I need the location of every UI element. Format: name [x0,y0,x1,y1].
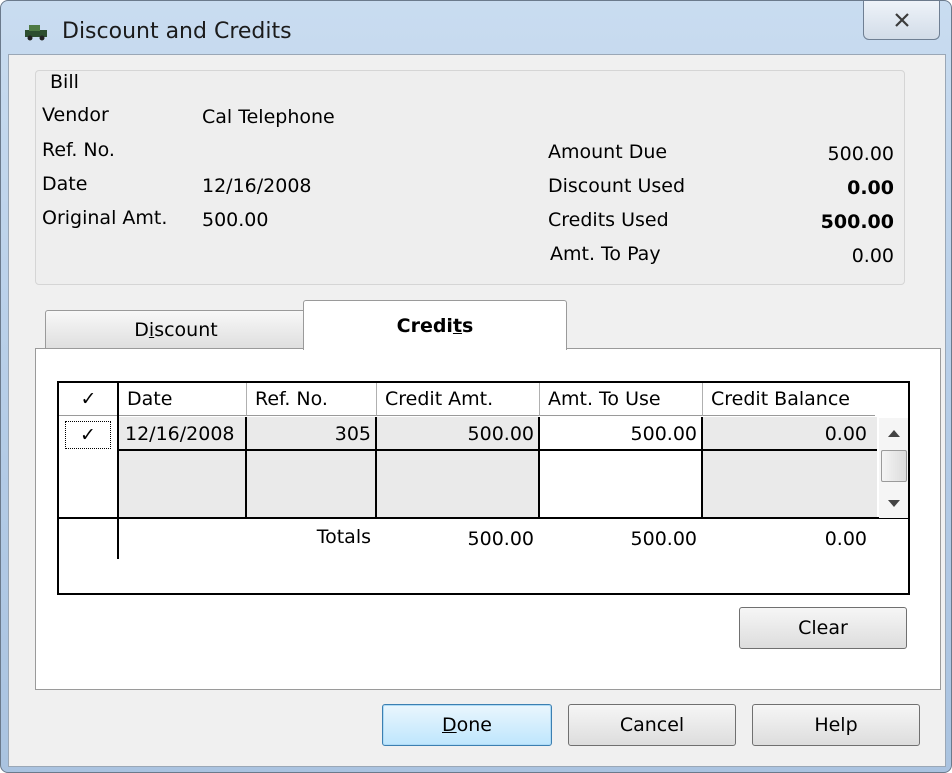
tab-discount[interactable]: Discount [45,310,307,349]
credits-table: ✓ Date Ref. No. Credit Amt. Amt. To Use … [57,381,910,595]
vendor-value: Cal Telephone [202,106,335,128]
totals-label: Totals [316,526,371,548]
window-title: Discount and Credits [62,19,292,44]
scroll-thumb[interactable] [881,450,907,482]
amt-to-pay-value: 0.00 [851,245,894,267]
column-divider [117,383,119,559]
column-header-ref[interactable]: Ref. No. [247,383,377,416]
clear-button[interactable]: Clear [739,607,907,649]
totals-credit-amt: 500.00 [467,528,534,550]
totals-credit-balance: 0.00 [824,528,867,550]
cancel-button[interactable]: Cancel [568,704,736,746]
amount-due-label: Amount Due [548,141,668,163]
credits-panel: ✓ Date Ref. No. Credit Amt. Amt. To Use … [35,348,941,690]
row-date[interactable]: 12/16/2008 [125,420,235,448]
discount-used-label: Discount Used [548,175,686,197]
row-credit-amt[interactable]: 500.00 [377,420,534,448]
vertical-scrollbar[interactable] [879,418,908,518]
scroll-down-icon[interactable] [888,500,900,507]
done-button[interactable]: Done [382,704,552,746]
column-header-date[interactable]: Date [119,383,247,416]
dialog-client-area: Bill Vendor Cal Telephone Ref. No. Date … [8,54,946,767]
credits-used-label: Credits Used [548,209,669,231]
help-button[interactable]: Help [752,704,920,746]
column-header-check[interactable]: ✓ [59,383,119,416]
date-label: Date [42,173,88,195]
row-divider [117,449,877,451]
tab-credits[interactable]: Credits [303,300,567,350]
row-amt-to-use[interactable]: 500.00 [540,420,697,448]
amt-to-pay-label: Amt. To Pay [550,243,661,265]
totals-divider [59,517,908,519]
refno-label: Ref. No. [42,139,115,161]
bill-group: Bill Vendor Cal Telephone Ref. No. Date … [35,70,905,285]
row-ref[interactable]: 305 [247,420,371,448]
credits-used-value: 500.00 [820,211,894,233]
close-button[interactable] [863,1,940,40]
bill-group-label: Bill [50,71,79,93]
totals-amt-to-use: 500.00 [630,528,697,550]
dialog-window: Discount and Credits Bill Vendor Cal Tel… [0,0,952,773]
original-amt-value: 500.00 [202,209,269,231]
column-header-amt-to-use[interactable]: Amt. To Use [540,383,703,416]
tab-credits-label: Credits [396,314,474,337]
original-amt-label: Original Amt. [42,207,168,229]
amount-due-value: 500.00 [827,143,894,165]
close-icon [894,13,909,27]
vendor-label: Vendor [42,104,109,126]
date-value: 12/16/2008 [202,175,312,197]
discount-used-value: 0.00 [847,177,894,199]
row-checkbox[interactable]: ✓ [65,421,111,449]
row-credit-balance[interactable]: 0.00 [703,420,867,448]
column-header-credit-amt[interactable]: Credit Amt. [377,383,540,416]
column-header-credit-balance[interactable]: Credit Balance [703,383,875,416]
done-button-label: Done [442,714,492,736]
vehicle-icon [25,25,47,41]
scroll-up-icon[interactable] [888,430,900,437]
tab-discount-label: Discount [134,319,218,341]
